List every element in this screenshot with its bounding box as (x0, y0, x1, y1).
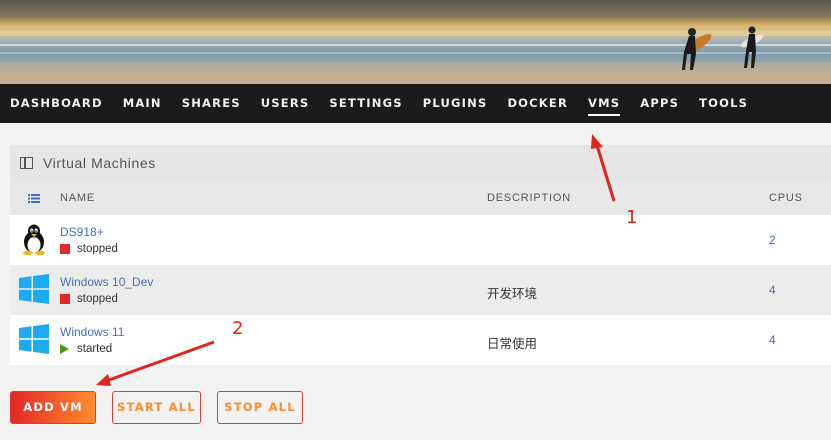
annotation-arrows (96, 134, 616, 386)
annotation-number-1: 1 (626, 207, 638, 228)
annotation-number-2: 2 (232, 318, 244, 339)
